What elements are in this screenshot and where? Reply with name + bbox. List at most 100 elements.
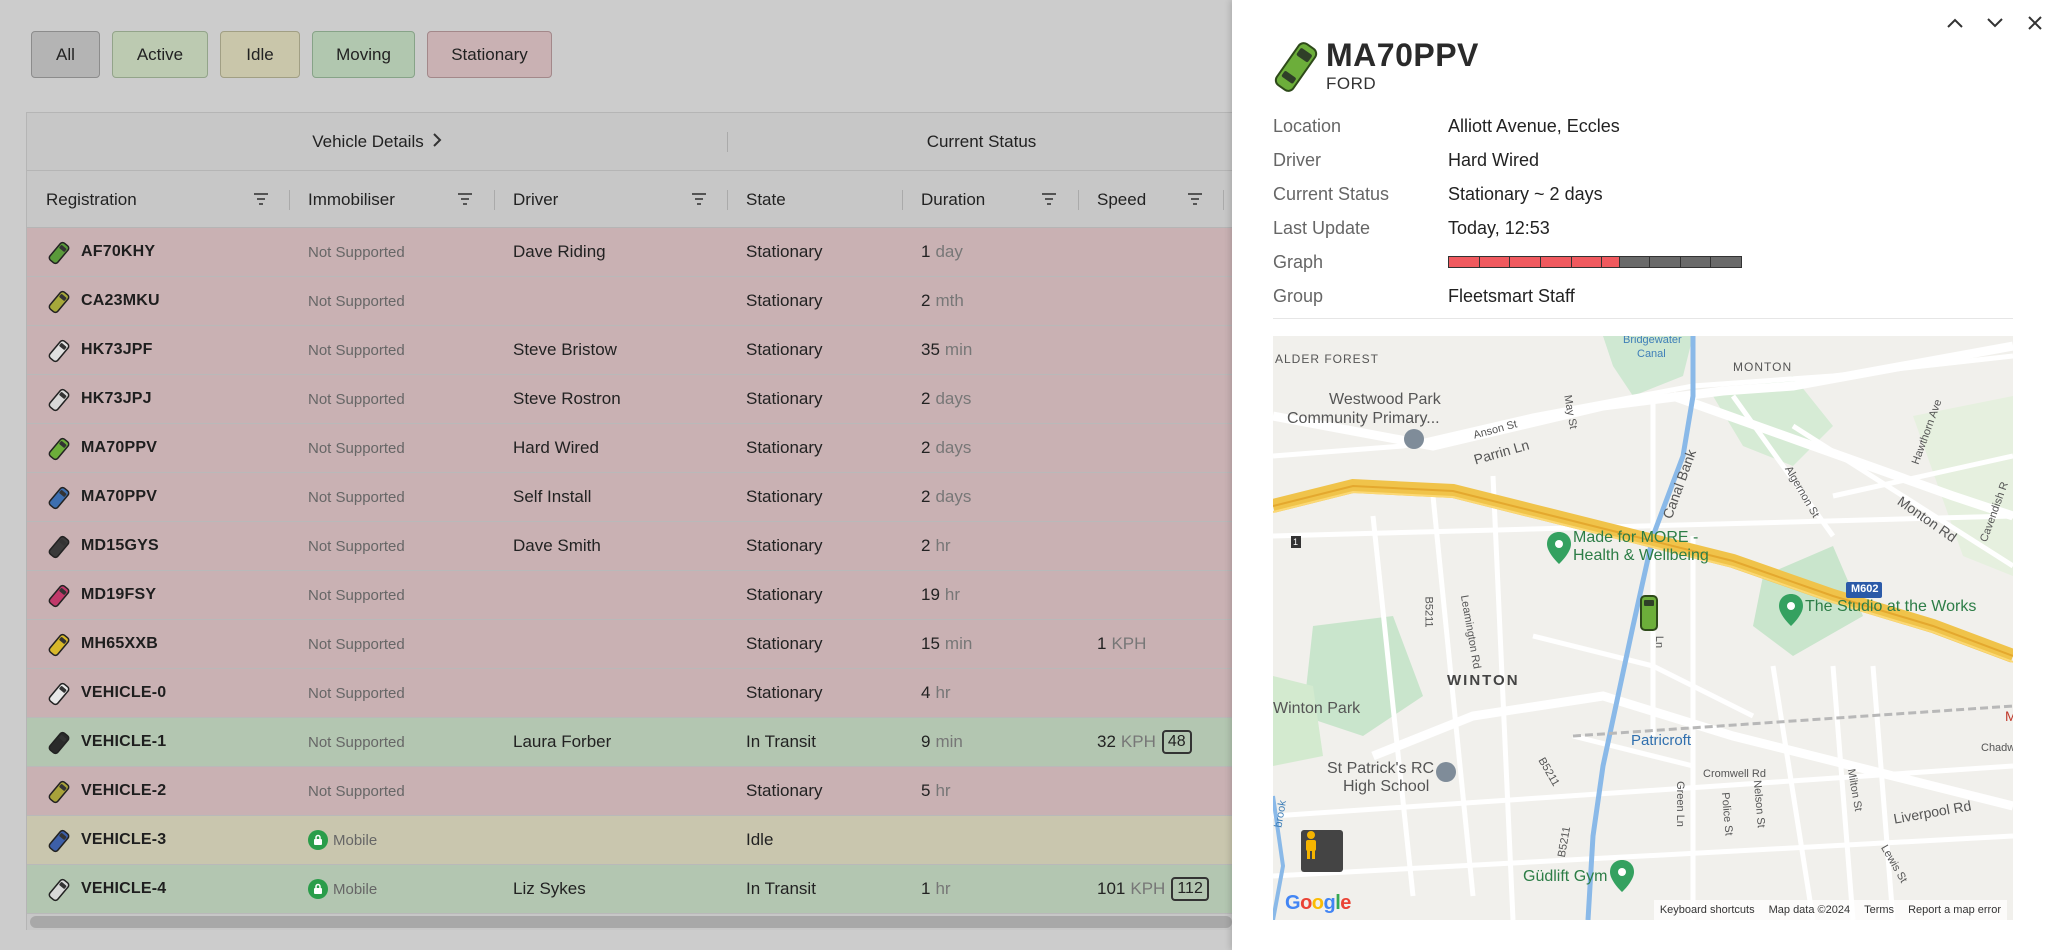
filter-stationary-button[interactable]: Stationary — [427, 31, 552, 78]
table-row[interactable]: CA23MKU Not Supported Stationary 2 mth — [27, 277, 1232, 326]
table-row[interactable]: MD19FSY Not Supported Stationary 19 hr — [27, 571, 1232, 620]
immobiliser-text: Mobile — [333, 880, 378, 898]
table-row[interactable]: VEHICLE-1 Not Supported Laura Forber In Tra… — [27, 718, 1232, 767]
duration-cell: 2 days — [921, 375, 971, 423]
group-vehicle-details[interactable]: Vehicle Details — [27, 113, 727, 171]
vehicle-icon — [47, 437, 71, 461]
duration-cell: 35 min — [921, 326, 972, 374]
registration-cell: HK73JPJ — [81, 390, 152, 407]
map-label: M — [2005, 708, 2013, 724]
chevron-down-icon[interactable] — [1982, 10, 2008, 36]
info-row-group: Group Fleetsmart Staff — [1273, 282, 2013, 316]
chevron-up-icon[interactable] — [1942, 10, 1968, 36]
filter-icon[interactable] — [457, 191, 473, 212]
state-cell: In Transit — [746, 732, 816, 751]
map-data-text: Map data ©2024 — [1768, 904, 1851, 916]
table-row[interactable]: VEHICLE-0 Not Supported Stationary 4 hr — [27, 669, 1232, 718]
map-view[interactable]: ALDER FOREST Westwood Park Community Pri… — [1273, 336, 2013, 920]
horizontal-scrollbar[interactable] — [30, 916, 1232, 928]
table-row[interactable]: VEHICLE-4 Mobile Liz Sykes In Transit 1 hr 101… — [27, 865, 1232, 914]
table-row[interactable]: HK73JPJ Not Supported Steve Rostron Station… — [27, 375, 1232, 424]
registration-cell: MD15GYS — [81, 537, 159, 554]
duration-unit: min — [944, 340, 973, 359]
duration-cell: 2 days — [921, 424, 971, 472]
immobiliser-cell: Mobile — [308, 816, 377, 864]
column-speed-label: Speed — [1097, 189, 1147, 209]
report-map-error-link[interactable]: Report a map error — [1908, 904, 2001, 916]
filter-idle-button[interactable]: Idle — [220, 31, 300, 78]
filter-icon[interactable] — [1187, 191, 1203, 212]
immobiliser-cell: Not Supported — [308, 341, 405, 359]
immobiliser-cell: Not Supported — [308, 292, 405, 310]
speed-value: 1 — [1097, 634, 1107, 653]
filter-icon[interactable] — [1041, 191, 1057, 212]
filter-active-button[interactable]: Active — [112, 31, 208, 78]
graph-segment — [1540, 257, 1572, 267]
update-value: Today, 12:53 — [1448, 218, 1550, 238]
detail-registration: MA70PPV — [1326, 37, 1479, 73]
filter-icon[interactable] — [253, 191, 269, 212]
table-row[interactable]: MH65XXB Not Supported Stationary 15 min 1 KPH — [27, 620, 1232, 669]
vehicle-list-pane: All Active Idle Moving Stationary Vehicl… — [0, 0, 1232, 950]
vehicle-icon — [47, 878, 71, 902]
group-current-status: Current Status — [729, 113, 1232, 171]
column-speed[interactable]: Speed — [1097, 171, 1146, 228]
table-row[interactable]: MA70PPV Not Supported Hard Wired Stationary… — [27, 424, 1232, 473]
vehicle-icon — [47, 633, 71, 657]
driver-cell: Dave Riding — [513, 242, 606, 261]
table-row[interactable]: MD15GYS Not Supported Dave Smith Stationary… — [27, 522, 1232, 571]
table-row[interactable]: HK73JPF Not Supported Steve Bristow Station… — [27, 326, 1232, 375]
duration-cell: 4 hr — [921, 669, 951, 717]
speed-unit: KPH — [1111, 634, 1147, 653]
registration-cell: MD19FSY — [81, 586, 157, 603]
duration-cell: 1 day — [921, 228, 963, 276]
state-cell: In Transit — [746, 879, 816, 898]
speed-unit: KPH — [1130, 879, 1166, 898]
speed-cell — [1097, 816, 1102, 864]
close-icon[interactable] — [2022, 10, 2048, 36]
keyboard-shortcuts-link[interactable]: Keyboard shortcuts — [1660, 904, 1755, 916]
vehicle-icon — [47, 682, 71, 706]
duration-cell: 5 hr — [921, 767, 951, 815]
state-cell: Stationary — [746, 291, 823, 310]
map-label: The Studio at the Works — [1805, 598, 1977, 615]
duration-unit: hr — [935, 781, 951, 800]
state-cell: Stationary — [746, 389, 823, 408]
speed-cell: 32 KPH 48 — [1097, 718, 1192, 766]
terms-link[interactable]: Terms — [1864, 904, 1894, 916]
map-label: Chadwic — [1981, 742, 2013, 754]
activity-graph — [1448, 256, 1742, 268]
graph-segment — [1571, 257, 1603, 267]
column-immobiliser[interactable]: Immobiliser — [308, 171, 395, 228]
filter-moving-button[interactable]: Moving — [312, 31, 415, 78]
detail-make: FORD — [1326, 74, 1377, 93]
registration-cell: MH65XXB — [81, 635, 158, 652]
map-label: Patricroft — [1631, 732, 1692, 749]
column-separator — [902, 190, 903, 210]
state-cell: Stationary — [746, 781, 823, 800]
filter-icon[interactable] — [691, 191, 707, 212]
speed-unit: KPH — [1120, 732, 1156, 751]
registration-cell: CA23MKU — [81, 292, 160, 309]
immobiliser-cell: Not Supported — [308, 488, 405, 506]
table-row[interactable]: AF70KHY Not Supported Dave Riding Stationar… — [27, 228, 1232, 277]
vehicle-icon — [1272, 38, 1320, 96]
street-view-icon[interactable] — [1301, 830, 1343, 872]
driver-cell: Self Install — [513, 487, 592, 506]
column-state[interactable]: State — [746, 171, 786, 228]
table-row[interactable]: VEHICLE-2 Not Supported Stationary 5 hr — [27, 767, 1232, 816]
driver-cell: Hard Wired — [513, 438, 599, 457]
driver-label: Driver — [1273, 150, 1321, 170]
table-row[interactable]: MA70PPV Not Supported Self Install Stationa… — [27, 473, 1232, 522]
immobiliser-cell: Not Supported — [308, 782, 405, 800]
map-label: High School — [1343, 778, 1430, 795]
duration-value: 1 — [921, 242, 931, 261]
column-registration[interactable]: Registration — [46, 171, 137, 228]
column-duration[interactable]: Duration — [921, 171, 985, 228]
duration-value: 2 — [921, 291, 931, 310]
speed-cell — [1097, 571, 1102, 619]
table-row[interactable]: VEHICLE-3 Mobile Idle — [27, 816, 1232, 865]
filter-all-button[interactable]: All — [31, 31, 100, 78]
column-driver[interactable]: Driver — [513, 171, 558, 228]
column-driver-label: Driver — [513, 189, 559, 209]
